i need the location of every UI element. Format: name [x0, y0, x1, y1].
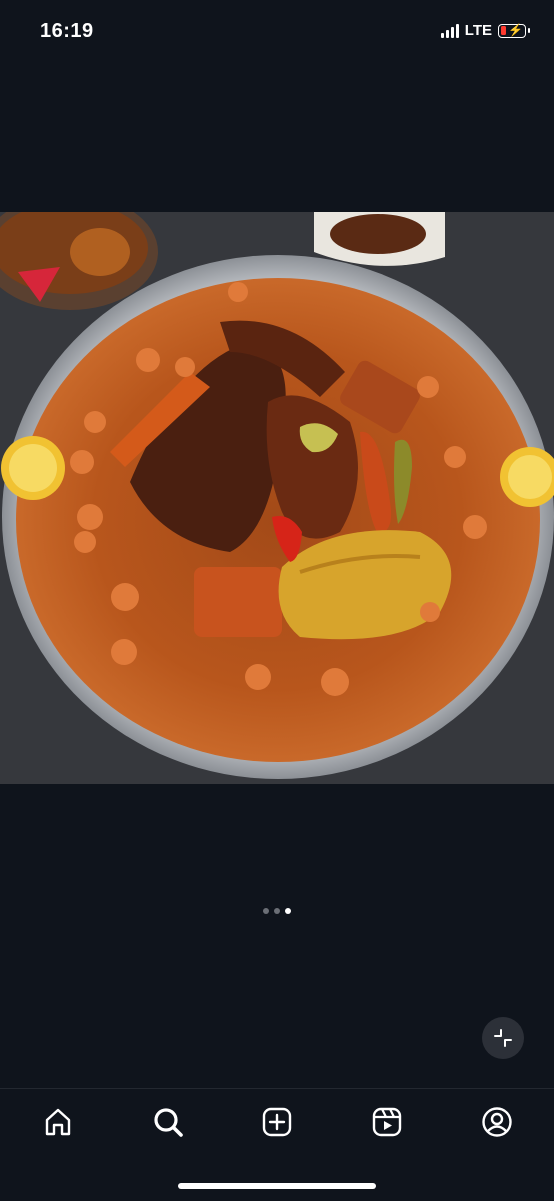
- status-bar: 16:19 LTE ⚡: [0, 0, 554, 70]
- create-post-icon: [262, 1107, 292, 1137]
- post-photo[interactable]: [0, 212, 554, 784]
- tab-home[interactable]: [41, 1105, 75, 1139]
- battery-tip: [528, 28, 530, 33]
- profile-icon: [482, 1107, 512, 1137]
- status-time: 16:19: [40, 20, 94, 42]
- carousel-dot: [263, 908, 269, 914]
- home-icon: [45, 1108, 71, 1136]
- tab-profile[interactable]: [480, 1105, 514, 1139]
- carousel-indicator: [0, 908, 554, 914]
- tab-create[interactable]: [260, 1105, 294, 1139]
- food-photo: [0, 212, 554, 784]
- carousel-dot: [274, 908, 280, 914]
- home-indicator[interactable]: [178, 1183, 376, 1189]
- tab-search[interactable]: [151, 1105, 185, 1139]
- reels-icon: [372, 1107, 402, 1137]
- cellular-signal-icon: [440, 23, 459, 38]
- carousel-dot-active: [285, 908, 291, 914]
- network-type: LTE: [464, 22, 492, 39]
- search-icon: [154, 1108, 183, 1137]
- collapse-button[interactable]: [482, 1017, 524, 1059]
- collapse-icon: [494, 1029, 512, 1047]
- status-indicators: LTE ⚡: [440, 22, 530, 39]
- battery-icon: ⚡: [498, 23, 526, 38]
- tab-reels[interactable]: [370, 1105, 404, 1139]
